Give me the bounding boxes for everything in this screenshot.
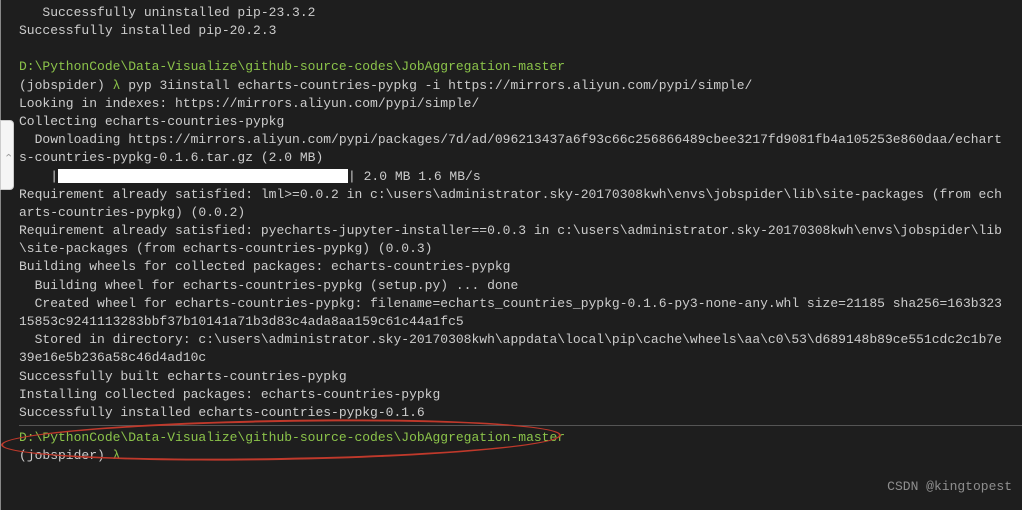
output-line: Requirement already satisfied: lml>=0.0.… [19, 186, 1009, 222]
lambda-icon: λ [105, 448, 121, 463]
env-name: (jobspider) [19, 78, 105, 93]
output-line: Successfully installed echarts-countries… [19, 404, 1022, 422]
output-line: Successfully built echarts-countries-pyp… [19, 368, 1022, 386]
output-line: Downloading https://mirrors.aliyun.com/p… [19, 131, 1009, 167]
output-line: Installing collected packages: echarts-c… [19, 386, 1022, 404]
output-line: Looking in indexes: https://mirrors.aliy… [19, 95, 1022, 113]
divider [19, 425, 1022, 426]
output-line: Stored in directory: c:\users\administra… [19, 331, 1009, 367]
output-line: Requirement already satisfied: pyecharts… [19, 222, 1009, 258]
terminal-output: Successfully uninstalled pip-23.3.2 Succ… [19, 4, 1022, 466]
prompt-line[interactable]: (jobspider) λ pyp 3iinstall echarts-coun… [19, 77, 1022, 95]
prompt-path: D:\PythonCode\Data-Visualize\github-sour… [19, 58, 1022, 76]
output-line: Created wheel for echarts-countries-pypk… [19, 295, 1009, 331]
side-tab[interactable]: ‹ [0, 120, 14, 190]
output-line: Building wheels for collected packages: … [19, 258, 1022, 276]
output-line: Successfully installed pip-20.2.3 [19, 22, 1022, 40]
env-name: (jobspider) [19, 448, 105, 463]
output-line: Collecting echarts-countries-pypkg [19, 113, 1022, 131]
command-text: pyp 3iinstall echarts-countries-pypkg -i… [128, 78, 752, 93]
output-line: Building wheel for echarts-countries-pyp… [19, 277, 1022, 295]
progress-bar [58, 169, 348, 183]
output-line [19, 40, 1022, 58]
lambda-icon: λ [105, 78, 128, 93]
progress-suffix: | 2.0 MB 1.6 MB/s [348, 169, 481, 184]
progress-line: | | 2.0 MB 1.6 MB/s [19, 168, 1022, 186]
output-line: Successfully uninstalled pip-23.3.2 [19, 4, 1022, 22]
watermark-text: CSDN @kingtopest [887, 478, 1012, 496]
prompt-path: D:\PythonCode\Data-Visualize\github-sour… [19, 429, 1022, 447]
progress-prefix: | [19, 169, 58, 184]
prompt-line[interactable]: (jobspider) λ [19, 447, 1022, 465]
